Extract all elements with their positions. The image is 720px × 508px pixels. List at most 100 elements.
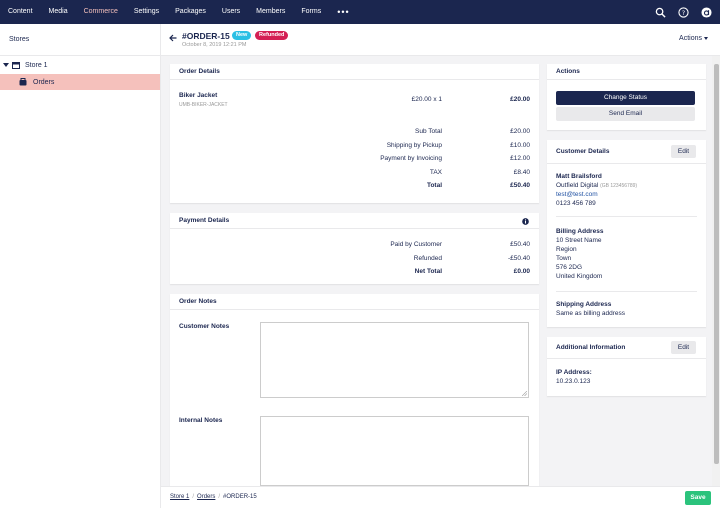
net-total-value: £0.00 (513, 268, 530, 275)
actions-title: Actions (547, 64, 706, 80)
customer-company: Outfield Digital (GB 123456789) (556, 182, 637, 189)
sidebar: Stores Store 1 Orders (0, 24, 161, 508)
send-email-button[interactable]: Send Email (556, 107, 695, 121)
payment-details-title: Payment Details (170, 213, 539, 229)
status-badge-refunded: Refunded (255, 31, 289, 40)
billing-address-line: Town (556, 255, 572, 262)
breadcrumb-store[interactable]: Store 1 (170, 494, 189, 500)
nav-members[interactable]: Members (248, 0, 293, 24)
ip-address-value: 10.23.0.123 (556, 378, 591, 385)
nav-commerce[interactable]: Commerce (76, 0, 126, 24)
product-total: £20.00 (510, 96, 530, 103)
product-sku: UMB-BIKER-JACKET (179, 102, 228, 108)
customer-details-title-text: Customer Details (556, 148, 610, 155)
payment-details-title-text: Payment Details (179, 217, 230, 224)
product-quantity: £20.00 x 1 (411, 96, 442, 103)
customer-details-card: Customer Details Edit Matt Brailsford Ou… (547, 140, 706, 327)
nav-users[interactable]: Users (214, 0, 248, 24)
additional-info-card: Additional Information Edit IP Address: … (547, 337, 706, 396)
section-divider (556, 291, 697, 292)
customer-notes-textarea[interactable] (260, 322, 529, 398)
change-status-button[interactable]: Change Status (556, 91, 695, 105)
tree-item-store-label: Store 1 (25, 61, 48, 69)
line-label: TAX (429, 169, 442, 176)
page-title: #ORDER-15 (182, 31, 230, 41)
edit-additional-button[interactable]: Edit (671, 341, 696, 354)
order-notes-card: Order Notes Customer Notes Internal Note… (170, 294, 539, 486)
billing-address-line: 10 Street Name (556, 237, 602, 244)
resize-grip-icon[interactable] (522, 391, 527, 396)
product-name: Biker Jacket (179, 92, 218, 99)
help-icon[interactable]: ? (678, 6, 689, 18)
net-total-label: Net Total (414, 268, 442, 275)
chevron-down-icon (704, 36, 708, 40)
caret-down-icon[interactable] (3, 63, 9, 67)
actions-card: Actions Change Status Send Email (547, 64, 706, 130)
customer-company-name: Outfield Digital (556, 182, 599, 189)
editor-header: #ORDER-15 New Refunded October 8, 2019 1… (161, 24, 720, 56)
nav-settings[interactable]: Settings (126, 0, 167, 24)
nav-forms[interactable]: Forms (293, 0, 329, 24)
breadcrumb-current: #ORDER-15 (223, 494, 257, 500)
total-label: Total (426, 182, 442, 189)
nav-media[interactable]: Media (41, 0, 76, 24)
svg-text:?: ? (682, 8, 685, 16)
breadcrumb-orders[interactable]: Orders (197, 494, 215, 500)
nav-packages[interactable]: Packages (167, 0, 214, 24)
customer-name: Matt Brailsford (556, 173, 602, 180)
back-arrow-icon[interactable] (169, 34, 177, 42)
customer-phone: 0123 456 789 (556, 200, 596, 207)
section-divider (556, 216, 697, 217)
sidebar-title: Stores (9, 36, 30, 43)
line-label: Sub Total (415, 128, 442, 135)
user-avatar-icon[interactable] (701, 6, 712, 18)
order-details-title: Order Details (170, 64, 539, 80)
nav-content[interactable]: Content (0, 0, 41, 24)
editor-footer: Store 1/Orders / #ORDER-15 Save (161, 486, 720, 508)
status-badge-new: New (232, 31, 252, 40)
internal-notes-label: Internal Notes (179, 417, 223, 424)
save-button[interactable]: Save (685, 491, 711, 505)
customer-company-id: (GB 123456789) (600, 183, 638, 189)
store-icon (12, 62, 20, 69)
order-details-card: Order Details Biker Jacket UMB-BIKER-JAC… (170, 64, 539, 203)
line-label: Payment by Invoicing (380, 155, 442, 162)
additional-info-title-text: Additional Information (556, 344, 626, 351)
order-date: October 8, 2019 12:21 PM (182, 42, 247, 48)
line-value: £20.00 (510, 128, 530, 135)
info-icon[interactable] (522, 218, 529, 225)
actions-menu-button[interactable]: Actions (679, 35, 708, 42)
order-notes-title: Order Notes (170, 294, 539, 310)
search-icon[interactable] (655, 7, 666, 18)
line-value: -£50.40 (507, 255, 530, 262)
line-label: Paid by Customer (390, 241, 442, 248)
shipping-address-value: Same as billing address (556, 310, 626, 317)
orders-icon (19, 78, 27, 86)
line-value: £12.00 (510, 155, 530, 162)
total-value: £50.40 (510, 182, 530, 189)
billing-address-line: United Kingdom (556, 273, 603, 280)
tree-item-store[interactable]: Store 1 (0, 58, 160, 72)
billing-address-title: Billing Address (556, 228, 604, 235)
customer-notes-label: Customer Notes (179, 323, 230, 330)
line-label: Refunded (413, 255, 442, 262)
shipping-address-title: Shipping Address (556, 301, 612, 308)
edit-customer-button[interactable]: Edit (671, 145, 696, 158)
scrollbar[interactable] (712, 56, 720, 486)
internal-notes-textarea[interactable] (260, 416, 529, 486)
actions-label: Actions (679, 35, 702, 42)
tree-item-orders[interactable]: Orders (0, 74, 160, 90)
line-value: £50.40 (510, 241, 530, 248)
breadcrumb-separator: / (192, 494, 195, 500)
sidebar-divider (0, 55, 160, 56)
line-value: £8.40 (513, 169, 530, 176)
more-sections-icon[interactable]: ••• (329, 7, 357, 17)
billing-address-line: Region (556, 246, 577, 253)
payment-details-card: Payment Details Paid by Customer £50.40 … (170, 213, 539, 284)
customer-email-link[interactable]: test@test.com (556, 191, 598, 198)
ip-address-label: IP Address: (556, 369, 592, 376)
breadcrumb-separator: / (218, 494, 221, 500)
scrollbar-thumb[interactable] (714, 64, 719, 464)
billing-address-line: 576 2DG (556, 264, 583, 271)
top-navigation: Content Media Commerce Settings Packages… (0, 0, 720, 24)
